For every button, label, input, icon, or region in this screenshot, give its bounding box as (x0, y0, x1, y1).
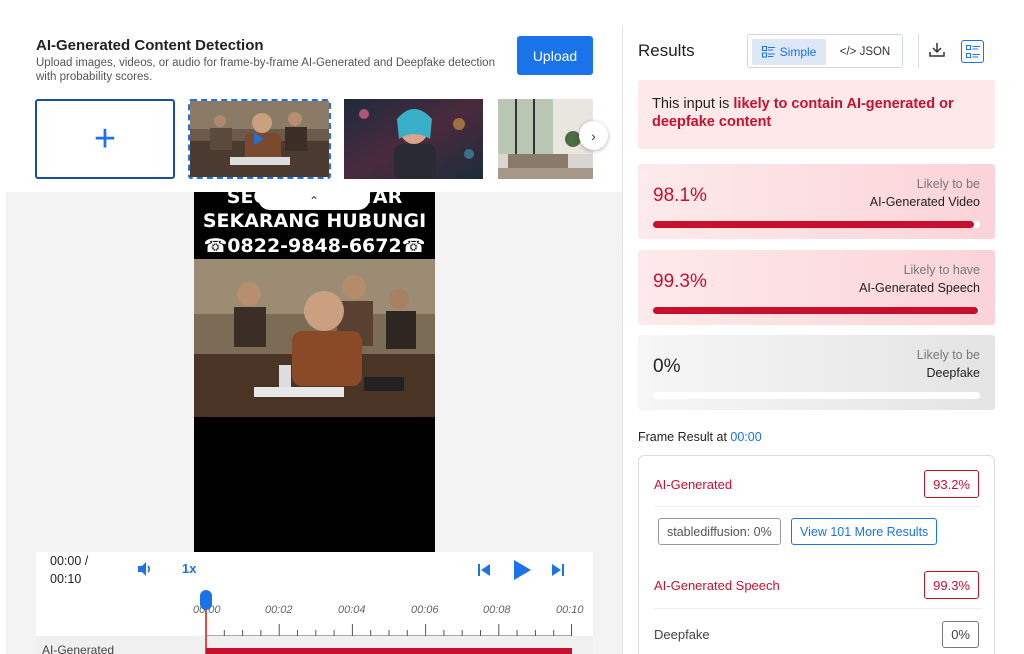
view-toggle: Simple </> JSON (747, 34, 903, 68)
thumbnail-image (344, 99, 483, 179)
view-more-results-button[interactable]: View 101 More Results (791, 518, 938, 545)
timeline-tick-label: 00:02 (265, 604, 293, 616)
time-display: 00:00 / 00:10 (50, 552, 88, 588)
upload-button[interactable]: Upload (517, 36, 593, 75)
score-sublabel: Likely to be (916, 348, 980, 362)
frame-ai-generated-badge: 93.2% (924, 470, 979, 498)
frame-result-box: AI-Generated 93.2% stablediffusion: 0% V… (638, 455, 995, 654)
frame-ai-speech-badge: 99.3% (924, 571, 979, 599)
collapse-gallery-button[interactable]: ⌃ (258, 192, 370, 210)
download-icon[interactable] (929, 42, 945, 58)
timeline-track-bar (206, 648, 572, 654)
frame-result-label: Frame Result at (638, 430, 731, 444)
frame-deepfake-label: Deepfake (654, 627, 710, 642)
timeline[interactable]: 00:00 00:02 00:04 00:06 00:08 00:10 (36, 590, 593, 654)
timeline-track-label: AI-Generated (42, 643, 115, 654)
details-view-button[interactable] (961, 40, 984, 63)
chevron-right-icon: › (591, 127, 596, 144)
score-label: Deepfake (926, 366, 980, 380)
video-frame-image (194, 259, 435, 417)
play-icon[interactable] (512, 558, 532, 582)
score-bar-fill (653, 221, 974, 228)
view-json-button[interactable]: </> JSON (830, 39, 900, 65)
score-card-ai-speech: 99.3% Likely to have AI-Generated Speech (638, 250, 995, 325)
app-root: AI-Generated Content Detection Upload im… (0, 0, 1024, 654)
score-percent: 98.1% (653, 185, 707, 206)
score-bar (653, 307, 980, 314)
video-caption-line-3: ☎0822-9848-6672☎ (203, 235, 426, 257)
thumbnail-video-selected[interactable] (188, 99, 331, 179)
verdict-prefix: This input is (652, 96, 734, 112)
timeline-tick-label: 00:04 (338, 604, 366, 616)
score-percent: 0% (653, 356, 681, 377)
thumbnail-image-2[interactable] (344, 99, 483, 179)
details-list-icon (965, 44, 980, 58)
timeline-ticks (206, 624, 572, 636)
score-percent: 99.3% (653, 271, 707, 292)
score-bar (653, 392, 980, 399)
list-view-icon (761, 46, 775, 58)
plus-icon: + (93, 118, 117, 160)
timeline-tick-label: 00:06 (411, 604, 439, 616)
thumbnail-image (190, 101, 329, 177)
current-time: 00:00 / (50, 554, 89, 568)
toolbar-separator (918, 34, 919, 68)
score-bar-fill (653, 307, 978, 314)
score-card-deepfake: 0% Likely to be Deepfake (638, 335, 995, 410)
frame-ai-speech-label: AI-Generated Speech (654, 578, 780, 593)
playback-speed-button[interactable]: 1x (182, 561, 196, 576)
gallery-next-button[interactable]: › (579, 121, 608, 150)
app-title: AI-Generated Content Detection (36, 37, 264, 54)
volume-icon[interactable] (136, 561, 154, 577)
skip-previous-icon[interactable] (477, 563, 491, 577)
score-bar (653, 221, 980, 228)
left-panel: AI-Generated Content Detection Upload im… (0, 0, 622, 654)
score-sublabel: Likely to have (903, 263, 980, 277)
duration: 00:10 (50, 572, 82, 586)
video-player[interactable]: SEGERA DAFTAR SEKARANG HUBUNGI ☎0822-984… (194, 192, 435, 552)
score-label: AI-Generated Speech (859, 281, 980, 295)
frame-divider (654, 506, 981, 507)
frame-divider (654, 608, 981, 609)
add-media-tile[interactable]: + (35, 99, 175, 179)
score-label: AI-Generated Video (869, 195, 980, 209)
results-title: Results (638, 41, 695, 60)
frame-result-heading: Frame Result at 00:00 (638, 430, 762, 444)
frame-deepfake-badge: 0% (942, 621, 979, 648)
score-card-ai-video: 98.1% Likely to be AI-Generated Video (638, 164, 995, 239)
player-controls: 00:00 / 00:10 1x (36, 552, 593, 590)
verdict-banner: This input is likely to contain AI-gener… (638, 80, 995, 149)
view-json-label: </> JSON (839, 46, 891, 58)
panel-divider (622, 26, 623, 654)
view-simple-button[interactable]: Simple (752, 39, 826, 65)
view-simple-label: Simple (779, 45, 817, 59)
playhead-handle[interactable] (200, 590, 212, 610)
score-sublabel: Likely to be (916, 177, 980, 191)
frame-ai-generated-label: AI-Generated (654, 477, 733, 492)
chevron-up-icon: ⌃ (308, 194, 320, 208)
video-caption-line-2: SEKARANG HUBUNGI (202, 210, 427, 232)
skip-next-icon[interactable] (551, 563, 565, 577)
timeline-tick-label: 00:10 (556, 604, 584, 616)
model-score-chip: stablediffusion: 0% (658, 518, 781, 545)
frame-result-time[interactable]: 00:00 (730, 430, 761, 444)
app-description: Upload images, videos, or audio for fram… (36, 57, 495, 83)
timeline-tick-label: 00:08 (483, 604, 511, 616)
